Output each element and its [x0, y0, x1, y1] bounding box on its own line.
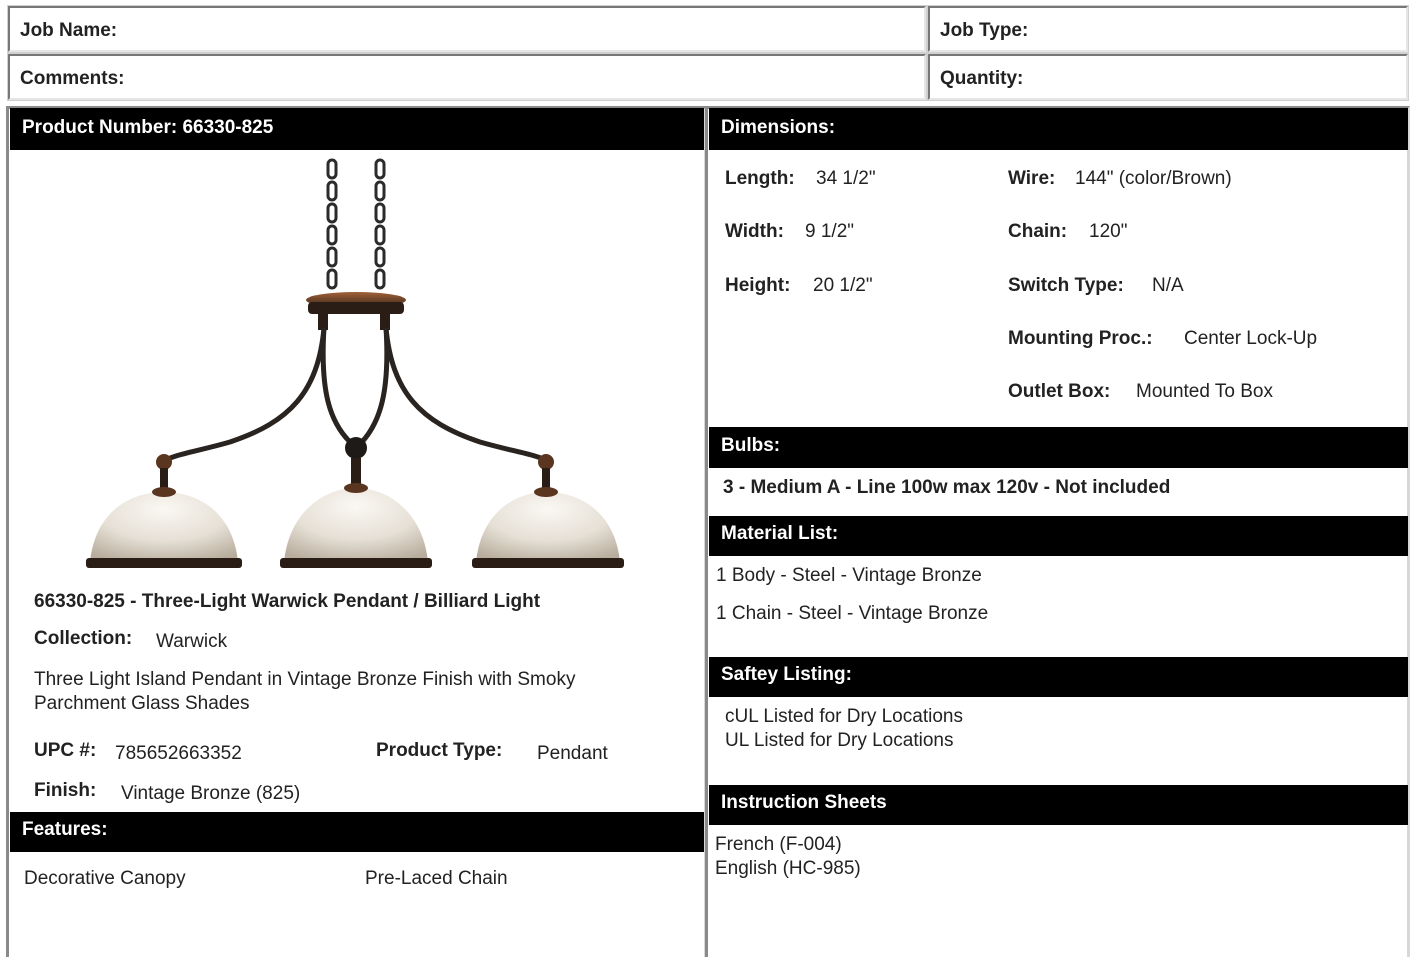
- feature-item: Decorative Canopy: [24, 868, 186, 889]
- bulbs-text: 3 - Medium A - Line 100w max 120v - Not …: [723, 477, 1171, 498]
- bulbs-header: Bulbs:: [709, 427, 1408, 468]
- product-image: [86, 158, 624, 568]
- job-type-field[interactable]: Job Type:: [928, 6, 1408, 52]
- mounting-value: Center Lock-Up: [1184, 328, 1318, 349]
- chain-left: [326, 158, 338, 290]
- outlet-box-label: Outlet Box:: [1008, 381, 1111, 402]
- material-item: 1 Chain - Steel - Vintage Bronze: [716, 603, 989, 624]
- collection-value: Warwick: [156, 631, 228, 652]
- material-list-header: Material List:: [709, 516, 1408, 556]
- safety-listing-header: Saftey Listing:: [709, 657, 1408, 697]
- switch-type-label: Switch Type:: [1008, 275, 1124, 296]
- height-label: Height:: [725, 275, 791, 296]
- product-number-header: Product Number: 66330-825: [10, 108, 704, 150]
- job-type-label: Job Type:: [940, 20, 1029, 41]
- product-type-label: Product Type:: [376, 740, 503, 761]
- finish-label: Finish:: [34, 780, 97, 801]
- mounting-label: Mounting Proc.:: [1008, 328, 1153, 349]
- shade-left: [86, 487, 242, 568]
- height-value: 20 1/2": [813, 275, 873, 296]
- collection-label: Collection:: [34, 628, 133, 649]
- chain-label: Chain:: [1008, 221, 1068, 242]
- safety-item: cUL Listed for Dry Locations: [725, 706, 963, 727]
- quantity-field[interactable]: Quantity:: [928, 54, 1408, 100]
- upc-label: UPC #:: [34, 740, 97, 761]
- material-item: 1 Body - Steel - Vintage Bronze: [716, 565, 982, 586]
- shade-right: [472, 487, 624, 568]
- wire-value: 144" (color/Brown): [1075, 168, 1232, 189]
- chain-right: [374, 158, 386, 290]
- feature-item: Pre-Laced Chain: [365, 868, 508, 889]
- chain-value: 120": [1089, 221, 1128, 242]
- length-label: Length:: [725, 168, 795, 189]
- length-value: 34 1/2": [816, 168, 876, 189]
- outlet-box-value: Mounted To Box: [1136, 381, 1273, 402]
- shade-center: [280, 483, 432, 568]
- switch-type-value: N/A: [1152, 275, 1184, 296]
- dimensions-header: Dimensions:: [709, 108, 1408, 150]
- width-label: Width:: [725, 221, 784, 242]
- comments-label: Comments:: [20, 68, 125, 89]
- product-title: 66330-825 - Three-Light Warwick Pendant …: [34, 591, 541, 612]
- safety-item: UL Listed for Dry Locations: [725, 730, 954, 751]
- instruction-sheet-link[interactable]: French (F-004): [715, 834, 842, 856]
- finish-value: Vintage Bronze (825): [121, 783, 301, 804]
- quantity-label: Quantity:: [940, 68, 1024, 89]
- wire-label: Wire:: [1008, 168, 1056, 189]
- product-type-value: Pendant: [537, 743, 608, 764]
- product-description: Three Light Island Pendant in Vintage Br…: [34, 669, 576, 714]
- comments-field[interactable]: Comments:: [8, 54, 926, 100]
- job-name-label: Job Name:: [20, 20, 118, 41]
- instruction-sheet-link[interactable]: English (HC-985): [715, 858, 861, 880]
- features-header: Features:: [10, 812, 704, 852]
- width-value: 9 1/2": [805, 221, 855, 242]
- instruction-sheets-header: Instruction Sheets: [709, 785, 1408, 825]
- upc-value: 785652663352: [115, 743, 242, 764]
- job-name-field[interactable]: Job Name:: [8, 6, 926, 52]
